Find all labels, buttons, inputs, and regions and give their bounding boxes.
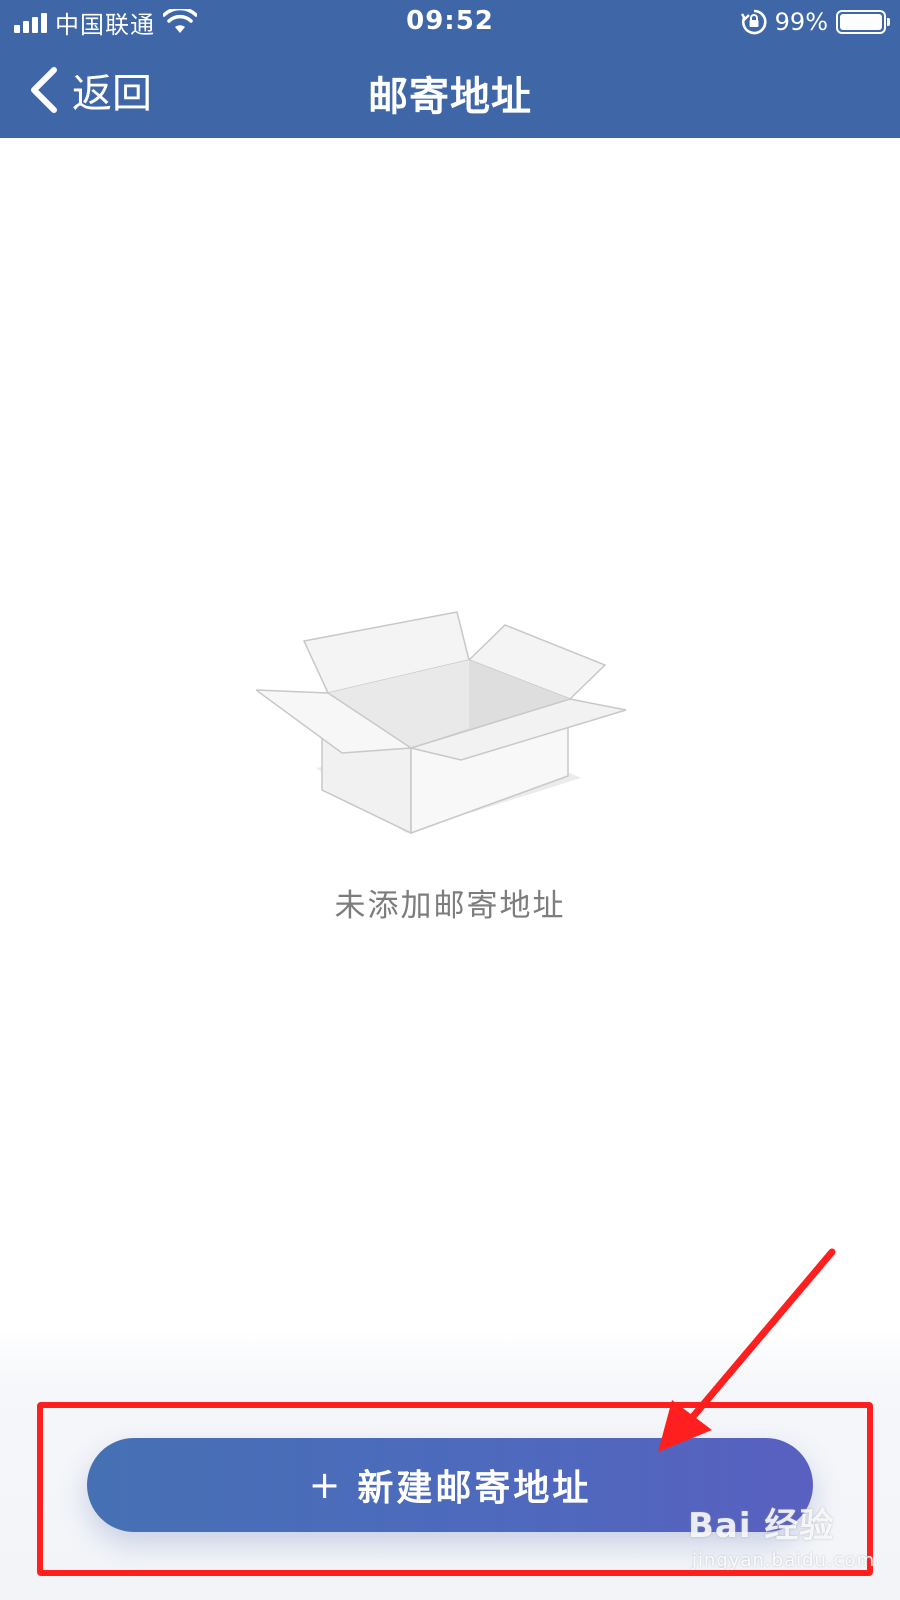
- status-bar: 中国联通 09:52 99%: [0, 0, 900, 44]
- watermark-url: jingyan.baidu.com: [692, 1550, 876, 1571]
- battery-level-fill: [840, 14, 882, 30]
- open-box-icon: [256, 611, 627, 835]
- app-header: 中国联通 09:52 99% 返回 邮寄地址: [0, 0, 900, 138]
- status-right: 99%: [740, 6, 890, 38]
- nav-bar: 返回 邮寄地址: [0, 44, 900, 138]
- watermark-brand: Bai 经验: [688, 1506, 835, 1546]
- empty-state-message: 未添加邮寄地址: [334, 888, 566, 924]
- page-title: 邮寄地址: [368, 74, 532, 120]
- annotation-arrow-icon: [658, 1248, 836, 1452]
- rotation-lock-icon: [740, 9, 767, 35]
- baidu-watermark: Bai 经验 jingyan.baidu.com: [688, 1498, 888, 1588]
- battery-percent: 99%: [774, 8, 828, 36]
- battery-icon: [836, 10, 890, 34]
